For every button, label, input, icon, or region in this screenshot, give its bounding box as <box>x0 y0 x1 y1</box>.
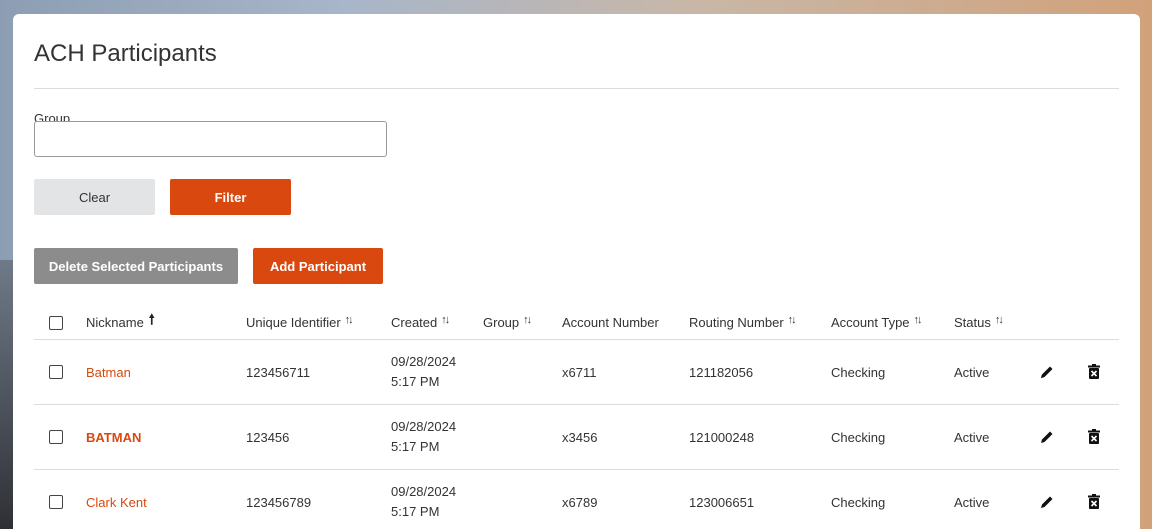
account-number-cell: x3456 <box>562 429 598 445</box>
header-routing-number-label: Routing Number <box>689 315 784 330</box>
header-nickname-label: Nickname <box>86 315 144 330</box>
sort-icon[interactable]: ↑↓ <box>788 314 797 326</box>
select-all-cell <box>49 306 63 339</box>
nickname-link[interactable]: Clark Kent <box>86 495 147 510</box>
table-header-row: Nickname 🠕 Unique Identifier ↑↓ Created … <box>34 306 1119 340</box>
table-row: BATMAN 123456 09/28/2024 5:17 PM x3456 1… <box>34 405 1119 470</box>
table-row: Clark Kent 123456789 09/28/2024 5:17 PM … <box>34 470 1119 529</box>
account-number-cell: x6789 <box>562 494 598 510</box>
trash-icon[interactable] <box>1085 428 1103 446</box>
header-created[interactable]: Created ↑↓ <box>391 306 450 339</box>
created-cell: 09/28/2024 5:17 PM <box>391 470 456 529</box>
created-date: 09/28/2024 <box>391 419 457 434</box>
header-nickname[interactable]: Nickname 🠕 <box>86 306 155 339</box>
unique-identifier-cell: 123456789 <box>246 494 312 510</box>
nickname-cell: Batman <box>86 340 131 404</box>
select-all-checkbox[interactable] <box>49 315 63 330</box>
edit-cell <box>1038 405 1056 469</box>
add-participant-button[interactable]: Add Participant <box>253 248 383 284</box>
sort-icon[interactable]: ↑↓ <box>441 310 450 330</box>
header-account-number-label: Account Number <box>562 315 659 330</box>
delete-cell <box>1085 340 1103 404</box>
background-edge <box>0 260 14 529</box>
clear-button[interactable]: Clear <box>34 179 155 215</box>
header-account-type[interactable]: Account Type ↑↓ <box>831 306 923 339</box>
created-time: 5:17 PM <box>391 439 440 454</box>
account-type-cell: Checking <box>831 494 886 510</box>
nickname-link[interactable]: Batman <box>86 365 131 380</box>
pencil-icon[interactable] <box>1038 493 1056 511</box>
table-row: Batman 123456711 09/28/2024 5:17 PM x671… <box>34 340 1119 405</box>
sort-icon[interactable]: ↑↓ <box>523 314 532 326</box>
header-status[interactable]: Status ↑↓ <box>954 306 1004 339</box>
filter-button[interactable]: Filter <box>170 179 291 215</box>
created-cell: 09/28/2024 5:17 PM <box>391 340 456 404</box>
header-unique-identifier[interactable]: Unique Identifier ↑↓ <box>246 306 354 339</box>
row-select-cell <box>49 405 63 469</box>
row-checkbox[interactable] <box>49 365 63 379</box>
group-input[interactable] <box>34 121 387 157</box>
title-divider <box>34 88 1119 89</box>
status-cell: Active <box>954 494 990 510</box>
header-status-label: Status <box>954 315 991 330</box>
routing-number-cell: 123006651 <box>689 494 755 510</box>
sort-icon[interactable]: ↑↓ <box>345 314 354 326</box>
header-account-number: Account Number <box>562 306 659 339</box>
routing-number-cell: 121000248 <box>689 429 755 445</box>
participants-table: Nickname 🠕 Unique Identifier ↑↓ Created … <box>34 306 1119 529</box>
created-date: 09/28/2024 <box>391 484 457 499</box>
header-unique-identifier-label: Unique Identifier <box>246 315 341 330</box>
nickname-cell: BATMAN <box>86 405 141 469</box>
routing-number-cell: 121182056 <box>689 364 754 380</box>
created-time: 5:17 PM <box>391 504 440 519</box>
row-checkbox[interactable] <box>49 430 63 444</box>
edit-cell <box>1038 340 1056 404</box>
edit-cell <box>1038 470 1056 529</box>
header-group-label: Group <box>483 315 520 330</box>
header-created-label: Created <box>391 314 438 330</box>
created-time: 5:17 PM <box>391 374 440 389</box>
trash-icon[interactable] <box>1085 363 1103 381</box>
pencil-icon[interactable] <box>1038 363 1056 381</box>
participants-panel: ACH Participants Group Clear Filter Dele… <box>13 14 1140 529</box>
pencil-icon[interactable] <box>1038 428 1056 446</box>
account-type-cell: Checking <box>831 429 886 445</box>
status-cell: Active <box>954 364 990 380</box>
page-title: ACH Participants <box>34 40 217 67</box>
nickname-link[interactable]: BATMAN <box>86 430 141 445</box>
row-checkbox[interactable] <box>49 495 63 509</box>
row-select-cell <box>49 340 63 404</box>
created-date: 09/28/2024 <box>391 354 457 369</box>
row-select-cell <box>49 470 63 529</box>
sort-ascending-icon[interactable]: 🠕 <box>149 309 155 333</box>
header-group[interactable]: Group ↑↓ <box>483 306 532 339</box>
delete-cell <box>1085 470 1103 529</box>
sort-icon[interactable]: ↑↓ <box>995 314 1004 326</box>
header-account-type-label: Account Type <box>831 315 910 330</box>
sort-icon[interactable]: ↑↓ <box>914 314 923 326</box>
trash-icon[interactable] <box>1085 493 1103 511</box>
created-cell: 09/28/2024 5:17 PM <box>391 405 456 469</box>
account-type-cell: Checking <box>831 364 886 380</box>
header-routing-number[interactable]: Routing Number ↑↓ <box>689 306 797 339</box>
delete-selected-button[interactable]: Delete Selected Participants <box>34 248 238 284</box>
account-number-cell: x6711 <box>562 364 597 380</box>
unique-identifier-cell: 123456711 <box>246 364 311 380</box>
unique-identifier-cell: 123456 <box>246 429 290 445</box>
delete-cell <box>1085 405 1103 469</box>
nickname-cell: Clark Kent <box>86 470 147 529</box>
status-cell: Active <box>954 429 990 445</box>
